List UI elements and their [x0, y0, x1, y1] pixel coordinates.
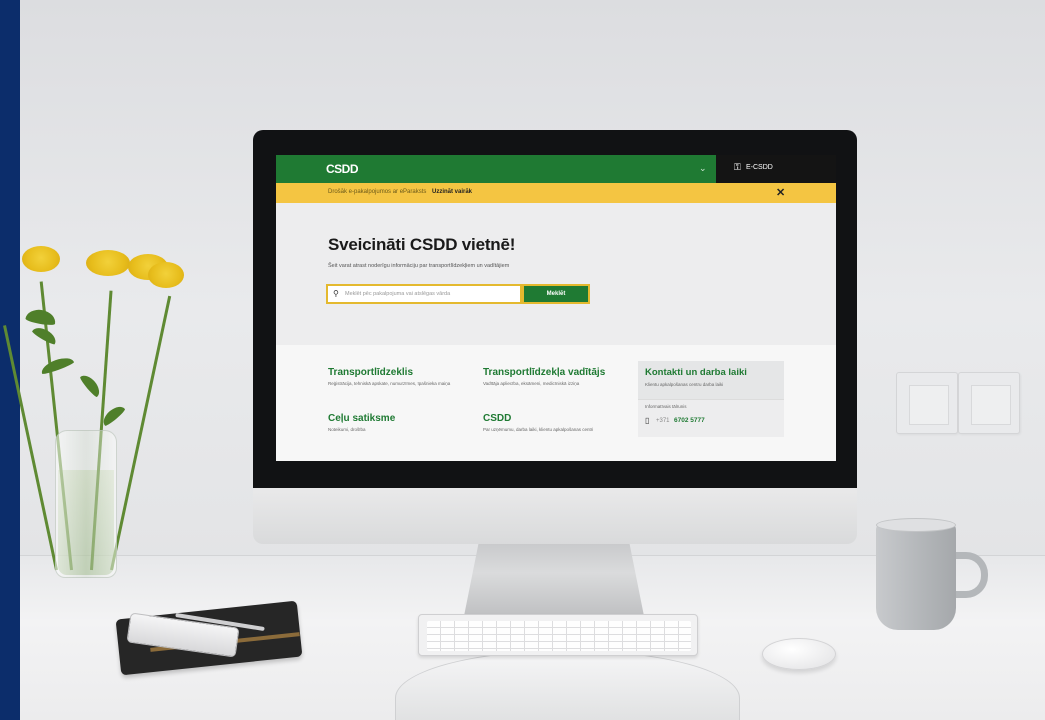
search-icon: ⚲: [333, 289, 339, 298]
card-desc: Vadītāja apliecība, eksāmeni, medicīnisk…: [483, 381, 580, 386]
contact-desc: Klientu apkalpošanas centru darba laiki: [645, 382, 724, 387]
mug-rim: [876, 518, 956, 532]
phone-number-link[interactable]: 6702 5777: [674, 417, 705, 424]
card-title-vaditajs[interactable]: Transportlīdzekļa vadītājs: [483, 367, 605, 378]
page-subtitle: Šeit varat atrast noderīgu informāciju p…: [328, 263, 510, 269]
light-switch-right: [958, 372, 1020, 434]
search-button[interactable]: Meklēt: [522, 284, 590, 304]
card-desc: Par uzņēmumu, darba laiki, klientu apkal…: [483, 427, 594, 432]
search-input[interactable]: ⚲ Meklēt pēc pakalpojuma vai atslēgas vā…: [326, 284, 522, 304]
yellow-flower: [148, 262, 184, 288]
yellow-flower: [86, 250, 130, 276]
hero-section: Sveicināti CSDD vietnē! Šeit varat atras…: [276, 203, 836, 345]
glass-vase: [55, 430, 117, 578]
mouse: [762, 638, 836, 670]
e-csdd-link[interactable]: E-CSDD: [746, 164, 773, 171]
contact-box: Kontakti un darba laiki Klientu apkalpoš…: [638, 361, 784, 437]
notice-text: Drošāk e-pakalpojumos ar eParaksts: [328, 189, 427, 195]
csdd-logo[interactable]: CSDD: [326, 162, 359, 176]
phone-prefix: +371: [656, 418, 670, 424]
card-title-csdd[interactable]: CSDD: [483, 413, 511, 424]
page-title: Sveicināti CSDD vietnē!: [328, 235, 516, 254]
card-title-celu-satiksme[interactable]: Ceļu satiksme: [328, 413, 395, 424]
contact-phone-label: Informatīvais tālrunis: [645, 404, 687, 409]
user-icon[interactable]: ⚿: [734, 162, 741, 173]
site-header: CSDD ⌄ ⚿ E-CSDD: [276, 155, 836, 183]
phone-icon: ▯: [645, 416, 650, 425]
chevron-down-icon[interactable]: ⌄: [699, 163, 707, 174]
yellow-flower: [22, 246, 60, 272]
close-icon[interactable]: ✕: [776, 186, 785, 199]
notice-banner: Drošāk e-pakalpojumos ar eParaksts Uzzin…: [276, 183, 836, 203]
card-title-transportlidzeklis[interactable]: Transportlīdzeklis: [328, 367, 413, 378]
contact-title[interactable]: Kontakti un darba laiki: [645, 367, 747, 378]
notice-link[interactable]: Uzzināt vairāk: [432, 189, 472, 195]
service-cards: Transportlīdzeklis Reģistrācija, tehnisk…: [276, 345, 836, 461]
keyboard-keys: [427, 621, 691, 651]
contact-phone-panel: Informatīvais tālrunis ▯ +371 6702 5777: [638, 399, 784, 437]
apple-logo-icon: [543, 500, 569, 530]
card-desc: Noteikumi, drošība: [328, 427, 366, 432]
mug: [876, 522, 956, 630]
light-switch-left: [896, 372, 958, 434]
search-placeholder: Meklēt pēc pakalpojuma vai atslēgas vārd…: [345, 291, 451, 297]
keyboard: [418, 614, 698, 656]
card-desc: Reģistrācija, tehniskā apskate, numurzīm…: [328, 381, 451, 386]
website-viewport: CSDD ⌄ ⚿ E-CSDD Drošāk e-pakalpojumos ar…: [276, 155, 836, 461]
imac-stand: [464, 544, 644, 616]
